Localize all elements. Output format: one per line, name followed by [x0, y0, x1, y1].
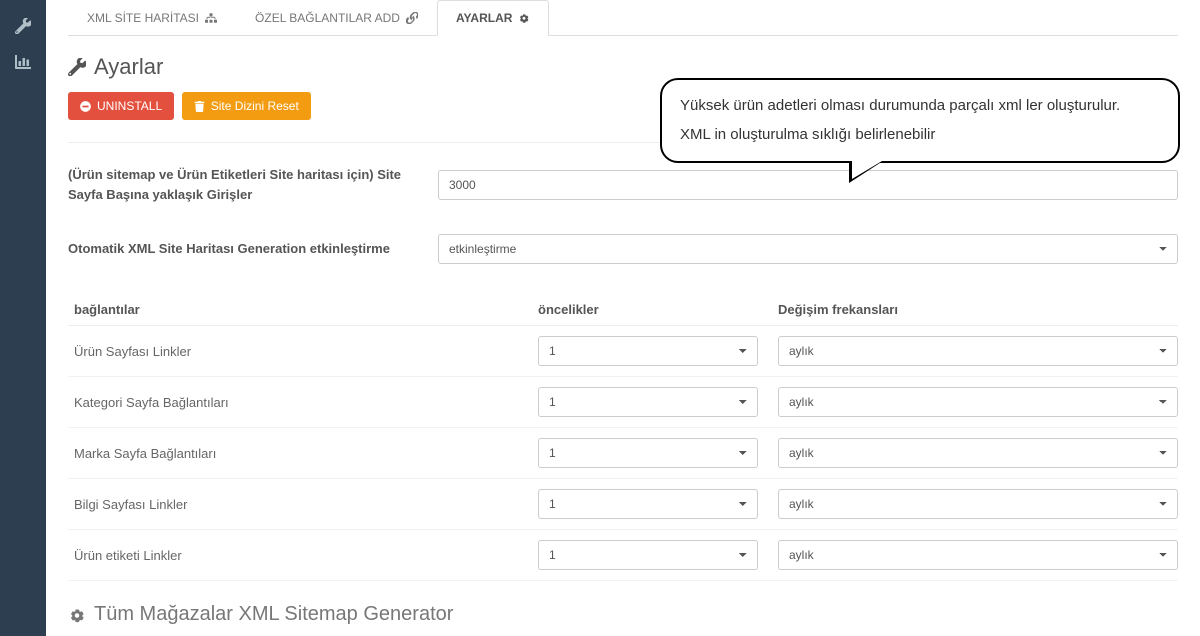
auto-gen-select[interactable]: etkinleştirme — [438, 234, 1178, 264]
row-link-name: Marka Sayfa Bağlantıları — [68, 446, 538, 461]
header-priority: öncelikler — [538, 302, 778, 317]
link-icon — [406, 12, 418, 24]
auto-gen-label: Otomatik XML Site Haritası Generation et… — [68, 239, 438, 259]
subtitle-text: Tüm Mağazalar XML Sitemap Generator — [94, 603, 453, 626]
priority-select[interactable]: 1 — [538, 489, 758, 519]
priority-select[interactable]: 1 — [538, 438, 758, 468]
page-title: Ayarlar — [68, 54, 1178, 80]
cogs-icon — [68, 606, 86, 624]
row-link-name: Kategori Sayfa Bağlantıları — [68, 395, 538, 410]
tab-xml-sitemap[interactable]: XML SİTE HARİTASI — [68, 0, 236, 35]
tab-label: XML SİTE HARİTASI — [87, 11, 199, 25]
priority-select[interactable]: 1 — [538, 336, 758, 366]
table-row: Marka Sayfa Bağlantıları1 aylık — [68, 428, 1178, 479]
auto-gen-row: Otomatik XML Site Haritası Generation et… — [68, 234, 1178, 264]
sidebar-chart-icon[interactable] — [0, 44, 46, 80]
entries-label: (Ürün sitemap ve Ürün Etiketleri Site ha… — [68, 165, 438, 204]
page-title-text: Ayarlar — [94, 54, 163, 80]
tab-label: ÖZEL BAĞLANTILAR ADD — [255, 11, 400, 25]
table-row: Kategori Sayfa Bağlantıları1 aylık — [68, 377, 1178, 428]
subtitle: Tüm Mağazalar XML Sitemap Generator — [68, 603, 1178, 626]
sidebar-wrench-icon[interactable] — [0, 8, 46, 44]
frequency-select[interactable]: aylık — [778, 489, 1178, 519]
tab-custom-links[interactable]: ÖZEL BAĞLANTILAR ADD — [236, 0, 437, 35]
entries-input[interactable] — [438, 170, 1178, 200]
table-row: Ürün etiketi Linkler1 aylık — [68, 530, 1178, 581]
trash-icon — [194, 101, 205, 112]
frequency-select[interactable]: aylık — [778, 336, 1178, 366]
tab-settings[interactable]: AYARLAR — [437, 0, 549, 36]
wrench-icon — [68, 58, 86, 76]
sitemap-icon — [205, 12, 217, 24]
entries-row: (Ürün sitemap ve Ürün Etiketleri Site ha… — [68, 165, 1178, 204]
frequency-select[interactable]: aylık — [778, 438, 1178, 468]
tabs: XML SİTE HARİTASI ÖZEL BAĞLANTILAR ADD A… — [68, 0, 1178, 36]
table-row: Bilgi Sayfası Linkler1 aylık — [68, 479, 1178, 530]
priority-select[interactable]: 1 — [538, 540, 758, 570]
annotation-callout: Yüksek ürün adetleri olması durumunda pa… — [660, 78, 1180, 163]
table-header: bağlantılar öncelikler Değişim frekansla… — [68, 294, 1178, 326]
frequency-select[interactable]: aylık — [778, 540, 1178, 570]
row-link-name: Ürün Sayfası Linkler — [68, 344, 538, 359]
callout-line-1: Yüksek ürün adetleri olması durumunda pa… — [680, 92, 1160, 121]
header-links: bağlantılar — [68, 302, 538, 317]
cogs-icon — [518, 12, 530, 24]
tab-label: AYARLAR — [456, 11, 512, 25]
header-frequency: Değişim frekansları — [778, 302, 1178, 317]
reset-button[interactable]: Site Dizini Reset — [182, 92, 311, 120]
callout-line-2: XML in oluşturulma sıklığı belirlenebili… — [680, 121, 1160, 150]
reset-label: Site Dizini Reset — [211, 99, 299, 113]
sidebar — [0, 0, 46, 636]
row-link-name: Bilgi Sayfası Linkler — [68, 497, 538, 512]
minus-circle-icon — [80, 101, 91, 112]
uninstall-button[interactable]: UNINSTALL — [68, 92, 174, 120]
uninstall-label: UNINSTALL — [97, 99, 162, 113]
frequency-select[interactable]: aylık — [778, 387, 1178, 417]
table-row: Ürün Sayfası Linkler1 aylık — [68, 326, 1178, 377]
row-link-name: Ürün etiketi Linkler — [68, 548, 538, 563]
priority-select[interactable]: 1 — [538, 387, 758, 417]
